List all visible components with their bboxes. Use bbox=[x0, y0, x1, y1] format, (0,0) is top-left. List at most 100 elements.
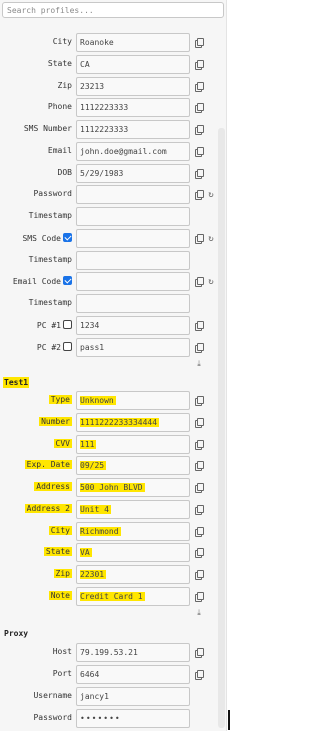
copy-icon[interactable] bbox=[194, 461, 204, 472]
copy-icon[interactable] bbox=[194, 591, 204, 602]
download-icon[interactable]: ⤓ bbox=[194, 359, 204, 369]
field-value: 500 John BLVD bbox=[80, 483, 145, 492]
field-value: john.doe@gmail.com bbox=[80, 146, 167, 156]
section-title: Test1 bbox=[3, 377, 30, 388]
field-label-text: City bbox=[50, 525, 70, 535]
field-input-host[interactable]: 79.199.53.21 bbox=[76, 643, 190, 662]
copy-icon[interactable] bbox=[194, 396, 204, 406]
field-label-text: CVV bbox=[55, 438, 70, 448]
field-input-timestamp[interactable] bbox=[76, 294, 190, 313]
copy-icon[interactable] bbox=[194, 103, 204, 114]
field-row-number: Number 1111222233334444 bbox=[0, 412, 218, 433]
copy-icon[interactable] bbox=[194, 277, 204, 288]
field-input-state[interactable]: VA bbox=[76, 543, 190, 563]
copy-icon[interactable] bbox=[194, 670, 204, 680]
field-input-zip[interactable]: 22301 bbox=[76, 565, 190, 584]
field-row-state: State VA bbox=[0, 543, 218, 563]
field-row-sms-number: SMS Number 1112223333 bbox=[0, 120, 218, 140]
field-row-username: Username jancy1 bbox=[0, 687, 218, 707]
copy-icon[interactable] bbox=[194, 342, 204, 353]
field-label-text: Zip bbox=[55, 569, 70, 578]
checkbox[interactable] bbox=[63, 341, 72, 351]
copy-icon[interactable] bbox=[194, 648, 204, 658]
field-label: Port bbox=[53, 669, 72, 678]
field-label-text: Number bbox=[41, 416, 70, 426]
field-label: Password bbox=[33, 713, 72, 722]
refresh-icon[interactable]: ↻ bbox=[206, 190, 216, 200]
field-label: Number bbox=[39, 416, 72, 426]
scrollbar[interactable] bbox=[218, 128, 225, 728]
copy-icon[interactable] bbox=[194, 570, 204, 580]
field-label: Zip bbox=[58, 81, 72, 90]
copy-icon[interactable] bbox=[194, 439, 204, 450]
field-label: SMS Code bbox=[22, 232, 72, 243]
field-row-email: Email john.doe@gmail.com bbox=[0, 141, 218, 162]
field-input-note[interactable]: Credit Card 1 bbox=[76, 586, 190, 606]
search-input[interactable] bbox=[2, 2, 224, 18]
copy-icon[interactable] bbox=[194, 548, 204, 559]
copy-icon[interactable] bbox=[194, 59, 204, 70]
copy-icon[interactable] bbox=[194, 125, 204, 135]
field-input-cvv[interactable]: 111 bbox=[76, 434, 190, 454]
copy-icon[interactable] bbox=[194, 190, 204, 201]
field-value: 1234 bbox=[80, 320, 100, 330]
refresh-icon[interactable]: ↻ bbox=[206, 277, 216, 287]
field-input-email[interactable]: john.doe@gmail.com bbox=[76, 141, 190, 161]
field-input-dob[interactable]: 5/29/1983 bbox=[76, 163, 190, 183]
copy-icon[interactable] bbox=[194, 526, 204, 537]
field-input-timestamp[interactable] bbox=[76, 250, 190, 270]
field-input-username[interactable]: jancy1 bbox=[76, 687, 190, 706]
field-input-address-2[interactable]: Unit 4 bbox=[76, 499, 190, 519]
field-value: ••••••• bbox=[80, 714, 121, 723]
field-label: City bbox=[53, 37, 72, 46]
field-row-email-code: Email Code ↻ bbox=[0, 272, 218, 292]
field-input-email-code[interactable] bbox=[76, 272, 190, 292]
field-input-pc-2[interactable]: pass1 bbox=[76, 337, 190, 357]
copy-icon[interactable] bbox=[194, 146, 204, 157]
field-input-password[interactable] bbox=[76, 185, 190, 205]
field-input-timestamp[interactable] bbox=[76, 207, 190, 226]
field-input-type[interactable]: Unknown bbox=[76, 391, 190, 410]
copy-icon[interactable] bbox=[194, 38, 204, 48]
field-label-text: PC #2 bbox=[36, 342, 61, 352]
download-icon[interactable]: ⤓ bbox=[194, 608, 204, 618]
field-row-pc-2: PC #2 pass1 bbox=[0, 337, 218, 358]
copy-icon[interactable] bbox=[194, 320, 204, 331]
copy-icon[interactable] bbox=[194, 168, 204, 179]
field-input-pc-1[interactable]: 1234 bbox=[76, 315, 190, 335]
field-input-port[interactable]: 6464 bbox=[76, 665, 190, 684]
field-input-city[interactable]: Roanoke bbox=[76, 33, 190, 52]
copy-icon[interactable] bbox=[194, 417, 204, 428]
field-input-phone[interactable]: 1112223333 bbox=[76, 98, 190, 118]
field-label-text: State bbox=[45, 547, 70, 557]
field-input-address[interactable]: 500 John BLVD bbox=[76, 478, 190, 497]
field-value: Unit 4 bbox=[80, 504, 111, 514]
copy-icon[interactable] bbox=[194, 504, 204, 515]
field-input-state[interactable]: CA bbox=[76, 54, 190, 74]
field-label: Phone bbox=[48, 102, 72, 111]
copy-icon[interactable] bbox=[194, 233, 204, 244]
field-label-text: Phone bbox=[47, 102, 72, 112]
checkbox[interactable] bbox=[63, 232, 72, 242]
field-label-text: Email bbox=[47, 145, 72, 155]
copy-icon[interactable] bbox=[194, 81, 204, 92]
checkbox[interactable] bbox=[63, 319, 72, 329]
field-input-password[interactable]: ••••••• bbox=[76, 709, 190, 728]
field-input-number[interactable]: 1111222233334444 bbox=[76, 412, 190, 432]
field-input-sms-code[interactable] bbox=[76, 228, 190, 248]
field-label: City bbox=[48, 525, 72, 535]
refresh-icon[interactable]: ↻ bbox=[206, 234, 216, 244]
field-row-zip: Zip 23213 bbox=[0, 76, 218, 97]
field-row-dob: DOB 5/29/1983 bbox=[0, 163, 218, 184]
checkbox[interactable] bbox=[63, 276, 72, 286]
field-input-city[interactable]: Richmond bbox=[76, 521, 190, 541]
field-input-zip[interactable]: 23213 bbox=[76, 76, 190, 96]
field-row-timestamp: Timestamp bbox=[0, 207, 218, 227]
field-label-text: Password bbox=[33, 189, 72, 199]
field-input-sms-number[interactable]: 1112223333 bbox=[76, 120, 190, 139]
field-label: DOB bbox=[58, 168, 72, 177]
copy-icon[interactable] bbox=[194, 483, 204, 493]
field-value: 09/25 bbox=[80, 461, 107, 471]
field-label-text: PC #1 bbox=[36, 320, 61, 330]
field-input-exp-date[interactable]: 09/25 bbox=[76, 456, 190, 476]
